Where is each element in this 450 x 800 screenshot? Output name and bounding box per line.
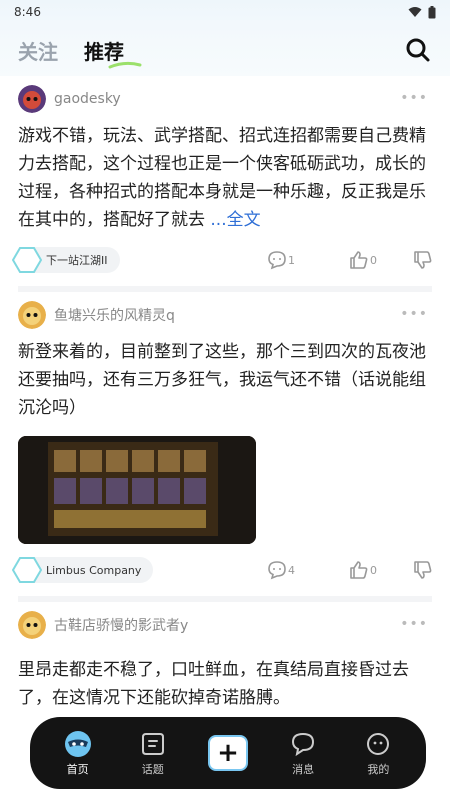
status-icons [408, 5, 436, 19]
thumbs-down-icon [414, 251, 432, 269]
topic-label: Limbus Company [46, 563, 142, 577]
more-options-icon[interactable]: ••• [400, 616, 428, 632]
home-mask-icon [64, 731, 91, 757]
comment-icon [268, 561, 286, 580]
avatar[interactable] [18, 611, 46, 639]
post-text[interactable]: 新登来着的，目前整到了这些，那个三到四次的瓦夜池还要抽吗，还有三万多狂气，我运气… [18, 338, 432, 422]
like-button[interactable]: 0 [348, 249, 377, 271]
wifi-icon [408, 7, 422, 17]
search-icon[interactable] [404, 36, 432, 64]
thumbs-up-icon [350, 251, 368, 269]
post-image[interactable] [18, 436, 256, 544]
username[interactable]: gaodesky [54, 91, 121, 107]
nav-messages[interactable]: 消息 [271, 729, 335, 777]
post-card[interactable]: gaodesky ••• 游戏不错，玩法、武学搭配、招式连招都需要自己费精力去搭… [0, 76, 450, 286]
post-header: gaodesky [18, 76, 432, 122]
post-card[interactable]: 古鞋店骄慢的影武者y ••• 里昂走都走不稳了，口吐鲜血，在真结局直接昏过去了，… [0, 602, 450, 712]
username[interactable]: 古鞋店骄慢的影武者y [54, 615, 188, 635]
topic-chip[interactable]: 下一站江湖II [12, 247, 120, 273]
message-icon [292, 732, 315, 757]
battery-icon [428, 5, 436, 18]
topic-chip[interactable]: Limbus Company [12, 557, 154, 583]
post-footer: Limbus Company 4 0 [12, 544, 434, 596]
topic-icon [141, 733, 164, 755]
profile-icon [367, 733, 390, 755]
nav-topic[interactable]: 话题 [121, 729, 185, 777]
comment-icon [268, 251, 286, 270]
like-button[interactable]: 0 [348, 559, 377, 581]
more-options-icon[interactable]: ••• [400, 90, 428, 106]
nav-post[interactable]: + [196, 735, 260, 771]
username[interactable]: 鱼塘兴乐的风精灵q [54, 305, 175, 325]
nav-profile[interactable]: 我的 [346, 729, 410, 777]
bottom-nav: 首页 话题 + 消息 我的 [30, 717, 426, 789]
thumbs-up-icon [350, 561, 368, 579]
comment-count: 1 [288, 253, 295, 267]
post-text[interactable]: 游戏不错，玩法、武学搭配、招式连招都需要自己费精力去搭配，这个过程也正是一个侠客… [18, 122, 432, 234]
like-count: 0 [370, 563, 377, 577]
status-time: 8:46 [14, 5, 41, 19]
like-count: 0 [370, 253, 377, 267]
feed: gaodesky ••• 游戏不错，玩法、武学搭配、招式连招都需要自己费精力去搭… [0, 76, 450, 712]
post-footer: 下一站江湖II 1 0 [12, 234, 434, 286]
header: 关注 推荐 [0, 24, 450, 76]
post-header: 古鞋店骄慢的影武者y [18, 602, 432, 648]
comment-button[interactable]: 4 [266, 559, 295, 581]
avatar[interactable] [18, 85, 46, 113]
hexagon-icon [12, 557, 42, 583]
dislike-button[interactable] [412, 249, 434, 271]
tab-underline [108, 61, 142, 68]
post-text[interactable]: 里昂走都走不稳了，口吐鲜血，在真结局直接昏过去了，在这情况下还能砍掉奇诺胳膊。 [18, 656, 432, 712]
nav-home[interactable]: 首页 [46, 729, 110, 777]
post-card[interactable]: 鱼塘兴乐的风精灵q ••• 新登来着的，目前整到了这些，那个三到四次的瓦夜池还要… [0, 292, 450, 596]
thumbs-down-icon [414, 561, 432, 579]
plus-icon[interactable]: + [207, 735, 248, 771]
tab-follow[interactable]: 关注 [18, 36, 58, 65]
comment-button[interactable]: 1 [266, 249, 295, 271]
comment-count: 4 [288, 563, 295, 577]
tab-recommend[interactable]: 推荐 [84, 36, 142, 68]
status-bar: 8:46 [0, 0, 450, 24]
avatar[interactable] [18, 301, 46, 329]
more-options-icon[interactable]: ••• [400, 306, 428, 322]
dislike-button[interactable] [412, 559, 434, 581]
topic-label: 下一站江湖II [46, 254, 108, 267]
read-more-link[interactable]: ...全文 [210, 210, 260, 230]
post-header: 鱼塘兴乐的风精灵q [18, 292, 432, 338]
hexagon-icon [12, 247, 42, 273]
